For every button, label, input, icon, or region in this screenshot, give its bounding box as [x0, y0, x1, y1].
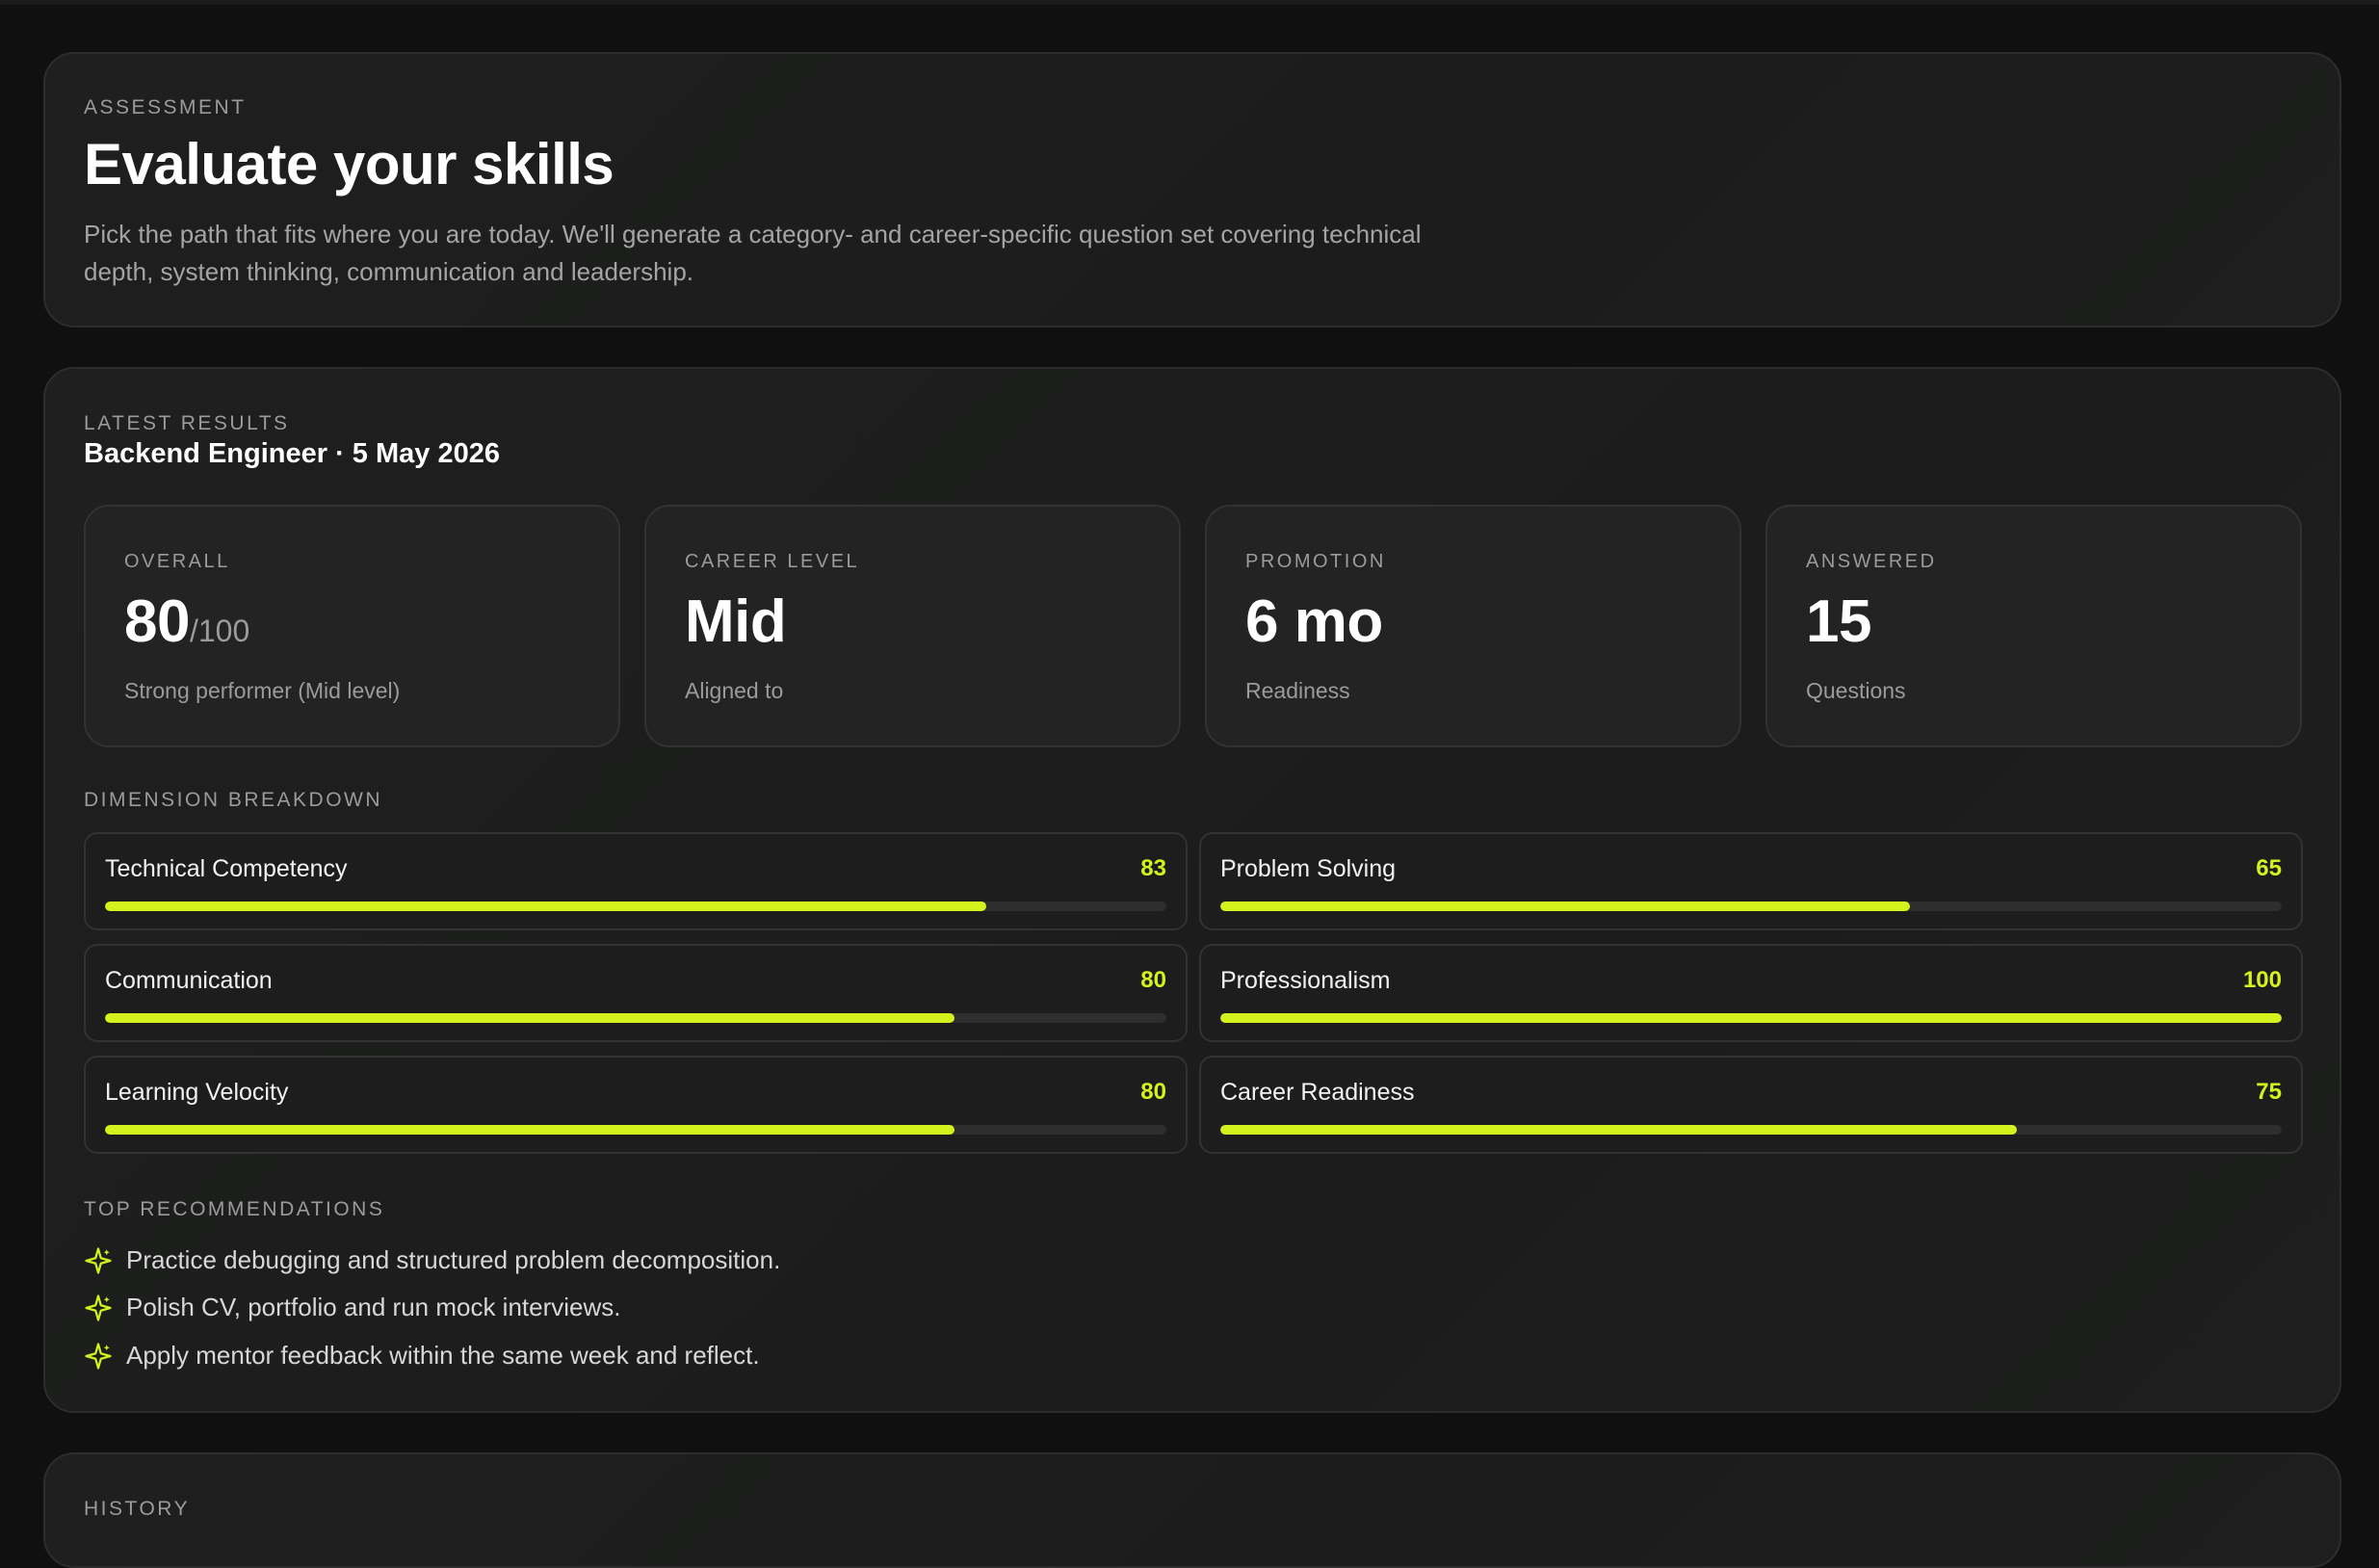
- progress-track: [1220, 1013, 2282, 1023]
- stat-value: 15: [1806, 588, 1871, 655]
- top-border: [0, 0, 2379, 5]
- dimension-score: 65: [2256, 855, 2282, 881]
- dimension-professionalism: Professionalism 100: [1199, 944, 2303, 1042]
- latest-results-card: LATEST RESULTS Backend Engineer · 5 May …: [43, 367, 2341, 1413]
- stat-label: CAREER LEVEL: [685, 551, 860, 572]
- progress-fill: [1220, 902, 1911, 911]
- stat-sub: Readiness: [1245, 678, 1350, 703]
- stat-label: PROMOTION: [1245, 551, 1386, 572]
- progress-track: [105, 1013, 1166, 1023]
- dimension-score: 100: [2242, 967, 2282, 993]
- results-eyebrow: LATEST RESULTS: [84, 412, 290, 434]
- dimension-score: 80: [1140, 967, 1166, 993]
- dimension-score: 83: [1140, 855, 1166, 881]
- dimension-label: Career Readiness: [1220, 1079, 1415, 1106]
- dimension-technical-competency: Technical Competency 83: [84, 832, 1188, 930]
- progress-track: [1220, 1125, 2282, 1135]
- dimension-label: Professionalism: [1220, 967, 1391, 994]
- progress-track: [105, 1125, 1166, 1135]
- recommendation-text: Practice debugging and structured proble…: [126, 1245, 781, 1274]
- progress-fill: [105, 1013, 954, 1023]
- progress-fill: [1220, 1125, 2017, 1135]
- page-title: Evaluate your skills: [84, 132, 614, 196]
- sparkle-icon: [85, 1294, 112, 1321]
- stat-value: 6 mo: [1245, 588, 1383, 655]
- dimension-communication: Communication 80: [84, 944, 1188, 1042]
- progress-track: [105, 902, 1166, 911]
- stat-sub: Aligned to: [685, 678, 784, 703]
- assessment-description: Pick the path that fits where you are to…: [84, 220, 1422, 286]
- stat-card-career-level: CAREER LEVEL Mid Aligned to: [644, 505, 1181, 747]
- stat-card-promotion: PROMOTION 6 mo Readiness: [1205, 505, 1741, 747]
- dimension-score: 75: [2256, 1079, 2282, 1105]
- stat-value-denominator: /100: [189, 614, 250, 648]
- recommendation-text: Polish CV, portfolio and run mock interv…: [126, 1293, 621, 1321]
- stat-sub: Strong performer (Mid level): [124, 678, 401, 703]
- history-eyebrow: HISTORY: [84, 1498, 191, 1520]
- stat-sub: Questions: [1806, 678, 1906, 703]
- dimension-label: Learning Velocity: [105, 1079, 289, 1106]
- stat-card-overall: OVERALL 80/100 Strong performer (Mid lev…: [84, 505, 620, 747]
- stat-value-number: 80: [124, 588, 190, 655]
- stat-card-answered: ANSWERED 15 Questions: [1765, 505, 2302, 747]
- progress-track: [1220, 902, 2282, 911]
- recommendation-item: Practice debugging and structured proble…: [84, 1245, 780, 1275]
- stat-value: Mid: [685, 588, 787, 655]
- progress-fill: [105, 902, 986, 911]
- progress-fill: [1220, 1013, 2282, 1023]
- dimension-career-readiness: Career Readiness 75: [1199, 1056, 2303, 1154]
- history-card: HISTORY: [43, 1452, 2341, 1568]
- stat-label: ANSWERED: [1806, 551, 1937, 572]
- assessment-eyebrow: ASSESSMENT: [84, 96, 247, 118]
- recommendations-heading: TOP RECOMMENDATIONS: [84, 1198, 385, 1220]
- dimension-score: 80: [1140, 1079, 1166, 1105]
- dimension-label: Technical Competency: [105, 855, 348, 882]
- stat-value: 80/100: [124, 588, 249, 656]
- dimension-label: Problem Solving: [1220, 855, 1397, 882]
- recommendation-item: Apply mentor feedback within the same we…: [84, 1341, 760, 1371]
- assessment-card: ASSESSMENT Evaluate your skills Pick the…: [43, 52, 2341, 327]
- dimension-learning-velocity: Learning Velocity 80: [84, 1056, 1188, 1154]
- progress-fill: [105, 1125, 954, 1135]
- sparkle-icon: [85, 1342, 112, 1370]
- stat-label: OVERALL: [124, 551, 230, 572]
- recommendation-text: Apply mentor feedback within the same we…: [126, 1341, 760, 1370]
- dimension-heading: DIMENSION BREAKDOWN: [84, 789, 383, 811]
- recommendation-item: Polish CV, portfolio and run mock interv…: [84, 1293, 621, 1322]
- sparkle-icon: [85, 1246, 112, 1274]
- dimension-problem-solving: Problem Solving 65: [1199, 832, 2303, 930]
- results-title: Backend Engineer · 5 May 2026: [84, 438, 500, 469]
- dimension-label: Communication: [105, 967, 273, 994]
